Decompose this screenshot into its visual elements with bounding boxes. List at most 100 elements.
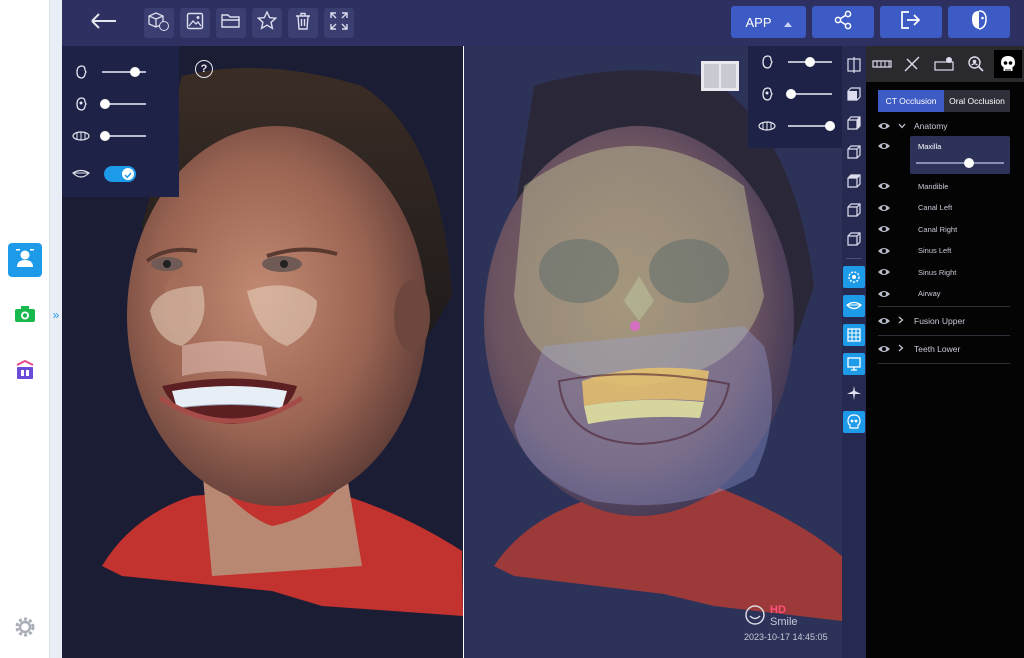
view-tool-column: [842, 46, 866, 658]
capture-date: 2023-10-17 14:45:05: [744, 632, 828, 642]
tree-row-sinus-right[interactable]: Sinus Right: [876, 262, 1010, 282]
eye-icon[interactable]: [876, 343, 892, 355]
teeth-opacity-slider[interactable]: [100, 131, 146, 141]
panel-tab-bar: [866, 46, 1024, 82]
grid-icon: [847, 328, 861, 342]
left-sidebar: [0, 0, 50, 658]
grid-button[interactable]: [843, 324, 865, 346]
implant-button[interactable]: [843, 382, 865, 404]
left-opacity-panel: [62, 46, 179, 197]
share-icon: [833, 10, 853, 35]
hd-model-button[interactable]: [144, 8, 174, 38]
lips-row: [62, 164, 92, 184]
slider-knob[interactable]: [100, 131, 110, 141]
tree-row-sinus-left[interactable]: Sinus Left: [876, 241, 1010, 261]
oral-occlusion-button[interactable]: Oral Occlusion: [944, 90, 1010, 112]
skull-opacity-slider[interactable]: [100, 99, 146, 109]
tree-row-mandible[interactable]: Mandible: [876, 176, 1010, 196]
monitor-button[interactable]: [843, 353, 865, 375]
right-3d-viewport[interactable]: HD Smile 2023-10-17 14:45:05: [464, 46, 842, 658]
tree-divider: [878, 306, 1010, 307]
chevron-down-icon[interactable]: [898, 122, 908, 131]
cube-right-icon: [847, 116, 861, 130]
favorite-button[interactable]: [252, 8, 282, 38]
maxilla-label: Maxilla: [918, 142, 942, 151]
teeth-opacity-slider[interactable]: [788, 121, 835, 131]
maxilla-item[interactable]: Maxilla: [910, 136, 1010, 174]
tree-row-teeth-lower[interactable]: Teeth Lower: [876, 339, 1010, 359]
tree-row-canal-right[interactable]: Canal Right: [876, 219, 1010, 239]
tab-measure[interactable]: [898, 50, 926, 78]
view-bottom-button[interactable]: [843, 199, 865, 221]
skull-opacity-slider[interactable]: [786, 89, 832, 99]
view-left-button[interactable]: [843, 141, 865, 163]
tab-search-patient[interactable]: [962, 50, 990, 78]
eye-icon[interactable]: [876, 202, 892, 214]
app-menu-button[interactable]: APP: [731, 6, 806, 38]
maxilla-eye-icon[interactable]: [876, 140, 892, 152]
settings-icon: [14, 616, 36, 643]
face-opacity-slider[interactable]: [788, 57, 832, 67]
tree-row-canal-left[interactable]: Canal Left: [876, 198, 1010, 218]
eye-icon[interactable]: [876, 288, 892, 300]
tree-row-fusion-upper[interactable]: Fusion Upper: [876, 311, 1010, 331]
tree-row-airway[interactable]: Airway: [876, 284, 1010, 304]
lips-icon: [846, 301, 862, 310]
eye-icon[interactable]: [876, 315, 892, 327]
slider-knob[interactable]: [825, 121, 835, 131]
delete-button[interactable]: [288, 8, 318, 38]
fullscreen-button[interactable]: [324, 8, 354, 38]
slider-knob[interactable]: [964, 158, 974, 168]
slider-knob[interactable]: [130, 67, 140, 77]
teeth-lower-label: Teeth Lower: [914, 344, 961, 354]
nerve-button[interactable]: [843, 266, 865, 288]
lips-view-button[interactable]: [843, 295, 865, 317]
share-button[interactable]: [812, 6, 874, 38]
cube-top-icon: [847, 174, 861, 188]
tab-implants[interactable]: [930, 50, 958, 78]
face-scan-button[interactable]: [8, 243, 42, 277]
export-button[interactable]: [880, 6, 942, 38]
maxilla-opacity-slider[interactable]: [916, 158, 1004, 168]
view-front-button[interactable]: [843, 83, 865, 105]
layout-toggle-button[interactable]: [700, 60, 740, 92]
help-icon[interactable]: ?: [195, 60, 213, 78]
skull-view-button[interactable]: [843, 411, 865, 433]
eye-icon[interactable]: [876, 180, 892, 192]
sidebar-divider: [50, 0, 62, 658]
view-top-button[interactable]: [843, 170, 865, 192]
cube-hd-icon: [148, 11, 170, 36]
image-icon: [186, 12, 204, 35]
oral-occlusion-label: Oral Occlusion: [949, 96, 1005, 106]
expand-sidebar-icon[interactable]: »: [50, 308, 62, 322]
eye-icon[interactable]: [876, 245, 892, 257]
tab-anatomy[interactable]: [994, 50, 1022, 78]
face-opacity-slider[interactable]: [102, 67, 146, 77]
view-right-button[interactable]: [843, 112, 865, 134]
back-button[interactable]: [84, 8, 124, 38]
app-store-button[interactable]: [8, 355, 42, 389]
ct-occlusion-button[interactable]: CT Occlusion: [878, 90, 944, 112]
image-button[interactable]: [180, 8, 210, 38]
chevron-right-icon[interactable]: [898, 316, 908, 326]
slider-knob[interactable]: [786, 89, 796, 99]
slider-knob[interactable]: [805, 57, 815, 67]
settings-button[interactable]: [8, 612, 42, 646]
view-split-button[interactable]: [843, 54, 865, 76]
measure-tool-icon: [904, 56, 920, 72]
tree-row-anatomy[interactable]: Anatomy: [876, 116, 1010, 136]
export-icon: [900, 10, 922, 35]
tab-teeth[interactable]: [868, 50, 896, 78]
view-back-button[interactable]: [843, 228, 865, 250]
camera-button[interactable]: [8, 299, 42, 333]
eye-icon[interactable]: [876, 120, 892, 132]
hd-label: HD: [770, 604, 786, 616]
slider-knob[interactable]: [100, 99, 110, 109]
lips-toggle[interactable]: [104, 166, 136, 182]
left-3d-viewport[interactable]: ?: [62, 46, 463, 658]
chevron-right-icon[interactable]: [898, 344, 908, 354]
face-compare-button[interactable]: [948, 6, 1010, 38]
eye-icon[interactable]: [876, 223, 892, 235]
open-folder-button[interactable]: [216, 8, 246, 38]
eye-icon[interactable]: [876, 266, 892, 278]
